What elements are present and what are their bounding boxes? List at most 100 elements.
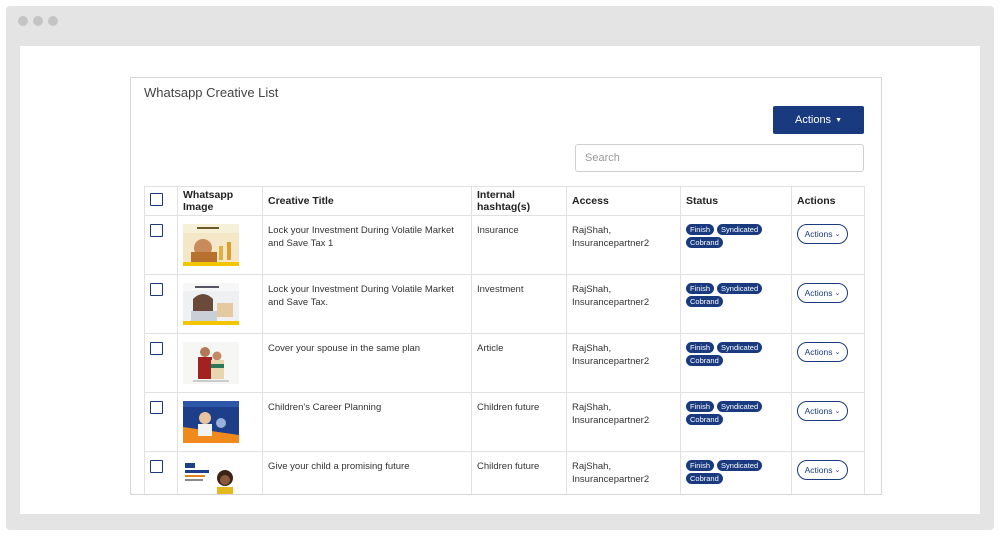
creative-thumbnail[interactable] [183,283,239,325]
actions-cell: Actions ⌄ [791,451,865,494]
actions-cell: Actions ⌄ [791,392,865,452]
window-dot-icon [48,16,58,26]
row-actions-label: Actions [804,347,833,357]
hashtag-cell: Insurance [471,215,567,275]
row-checkbox[interactable] [150,224,163,237]
status-badge: Cobrand [686,355,723,366]
actions-dropdown-button[interactable]: Actions ▼ [773,106,864,134]
chevron-down-icon: ⌄ [834,408,841,415]
row-checkbox-cell [144,451,178,494]
status-badge: Cobrand [686,414,723,425]
row-checkbox-cell [144,274,178,334]
status-badge: Syndicated [717,342,763,353]
table-row: Lock your Investment During Volatile Mar… [144,274,865,334]
image-cell [177,215,263,275]
table-row: Children's Career Planning Children futu… [144,392,865,452]
header-status[interactable]: Status [680,186,792,216]
status-badge: Syndicated [717,460,763,471]
window-dot-icon [33,16,43,26]
header-image[interactable]: Whatsapp Image [177,186,263,216]
access-partner: Insurancepartner2 [572,238,650,249]
status-cell: Finish Syndicated Cobrand [680,274,792,334]
image-cell [177,274,263,334]
header-title[interactable]: Creative Title [262,186,472,216]
creative-title-cell: Give your child a promising future [262,451,472,494]
row-checkbox[interactable] [150,460,163,473]
status-badge: Finish [686,283,715,294]
page-viewport: Whatsapp Creative List Actions ▼ Search … [20,46,980,514]
actions-cell: Actions ⌄ [791,215,865,275]
search-input[interactable] [575,144,864,172]
actions-cell: Actions ⌄ [791,333,865,393]
row-actions-button[interactable]: Actions ⌄ [797,460,848,480]
creative-list-panel: Whatsapp Creative List Actions ▼ Search … [130,77,882,495]
hashtag-cell: Investment [471,274,567,334]
access-user: RajShah, [572,225,612,236]
status-cell: Finish Syndicated Cobrand [680,451,792,494]
creative-title-cell: Lock your Investment During Volatile Mar… [262,215,472,275]
access-cell: RajShah, Insurancepartner2 [566,333,681,393]
access-cell: RajShah, Insurancepartner2 [566,215,681,275]
status-cell: Finish Syndicated Cobrand [680,215,792,275]
access-cell: RajShah, Insurancepartner2 [566,274,681,334]
status-badge: Syndicated [717,401,763,412]
row-checkbox[interactable] [150,283,163,296]
window-dot-icon [18,16,28,26]
creative-table: Whatsapp Image Creative Title Internal h… [144,186,865,495]
access-partner: Insurancepartner2 [572,297,650,308]
image-cell [177,392,263,452]
access-user: RajShah, [572,343,612,354]
caret-down-icon: ▼ [835,116,842,124]
actions-cell: Actions ⌄ [791,274,865,334]
page-title: Whatsapp Creative List [144,85,279,100]
access-user: RajShah, [572,402,612,413]
status-badge: Finish [686,342,715,353]
chevron-down-icon: ⌄ [834,349,841,356]
browser-frame: Whatsapp Creative List Actions ▼ Search … [6,6,994,530]
table-row: Give your child a promising future Child… [144,451,865,495]
status-badge: Cobrand [686,237,723,248]
hashtag-cell: Children future [471,451,567,494]
row-checkbox[interactable] [150,342,163,355]
status-badge: Finish [686,401,715,412]
hashtag-cell: Article [471,333,567,393]
chevron-down-icon: ⌄ [834,290,841,297]
row-actions-label: Actions [804,229,833,239]
row-checkbox-cell [144,392,178,452]
row-actions-button[interactable]: Actions ⌄ [797,283,848,303]
actions-button-label: Actions [794,114,832,126]
row-actions-label: Actions [804,288,833,298]
status-badge: Finish [686,224,715,235]
row-actions-label: Actions [804,465,833,475]
row-checkbox[interactable] [150,401,163,414]
access-cell: RajShah, Insurancepartner2 [566,392,681,452]
table-row: Cover your spouse in the same plan Artic… [144,333,865,393]
select-all-checkbox[interactable] [150,193,163,206]
access-partner: Insurancepartner2 [572,356,650,367]
row-actions-button[interactable]: Actions ⌄ [797,342,848,362]
chevron-down-icon: ⌄ [834,231,841,238]
access-partner: Insurancepartner2 [572,474,650,485]
creative-thumbnail[interactable] [183,401,239,443]
header-access[interactable]: Access [566,186,681,216]
creative-thumbnail[interactable] [183,460,239,495]
row-actions-button[interactable]: Actions ⌄ [797,224,848,244]
row-actions-button[interactable]: Actions ⌄ [797,401,848,421]
status-cell: Finish Syndicated Cobrand [680,333,792,393]
creative-thumbnail[interactable] [183,342,239,384]
header-checkbox-cell [144,186,178,216]
status-badge: Cobrand [686,473,723,484]
chevron-down-icon: ⌄ [834,467,841,474]
status-badge: Finish [686,460,715,471]
access-cell: RajShah, Insurancepartner2 [566,451,681,494]
creative-title-cell: Children's Career Planning [262,392,472,452]
creative-thumbnail[interactable] [183,224,239,266]
row-actions-label: Actions [804,406,833,416]
status-badge: Cobrand [686,296,723,307]
creative-title-cell: Lock your Investment During Volatile Mar… [262,274,472,334]
creative-title-cell: Cover your spouse in the same plan [262,333,472,393]
row-checkbox-cell [144,215,178,275]
hashtag-cell: Children future [471,392,567,452]
table-header-row: Whatsapp Image Creative Title Internal h… [144,186,865,216]
header-hashtags[interactable]: Internal hashtag(s) [471,186,567,216]
